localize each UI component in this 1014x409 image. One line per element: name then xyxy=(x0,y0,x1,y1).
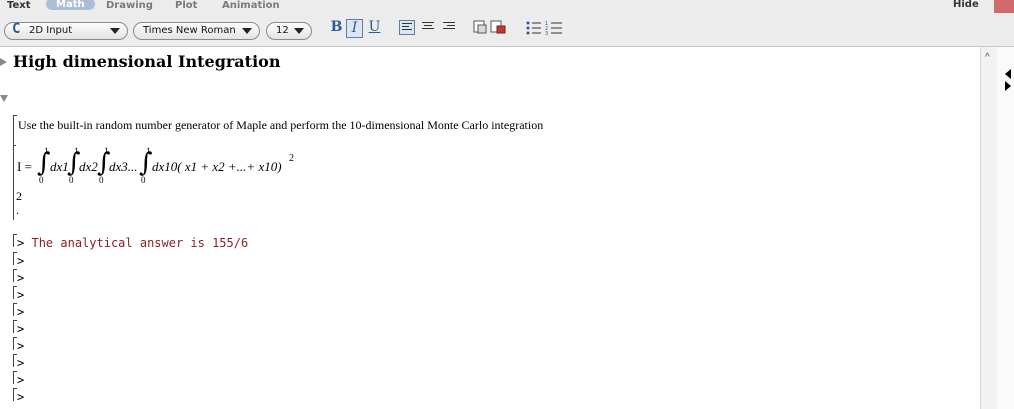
upper-limit: 1 xyxy=(44,146,49,156)
group-bracket xyxy=(13,337,17,350)
group-bracket xyxy=(13,371,17,384)
numbered-list-icon[interactable]: 123 xyxy=(545,20,563,37)
chevron-down-icon xyxy=(110,28,120,34)
input-prompt[interactable]: > xyxy=(17,322,24,336)
prompt-symbol: > xyxy=(17,288,25,302)
worksheet-document[interactable] xyxy=(0,47,980,409)
align-left-icon[interactable] xyxy=(399,20,415,35)
hide-button[interactable]: Hide xyxy=(953,0,979,10)
collapse-left-icon[interactable] xyxy=(1005,69,1011,79)
prompt-symbol: > xyxy=(17,271,25,285)
group-bracket xyxy=(13,269,17,282)
lower-limit: 0 xyxy=(141,175,146,185)
lower-limit: 0 xyxy=(69,175,74,185)
tab-math[interactable]: Math xyxy=(46,0,95,10)
expand-right-icon[interactable] xyxy=(1005,81,1011,91)
integral-expression: I = ∫ 1 0 dx1 ∫ 1 0 dx2 ∫ 1 0 dx3... ∫ 1… xyxy=(17,146,337,190)
bullet-list-icon[interactable] xyxy=(526,21,542,35)
section-expanded-icon[interactable] xyxy=(0,95,8,102)
group-bracket xyxy=(13,388,17,401)
group-bracket xyxy=(13,354,17,367)
font-size-select[interactable]: 12 xyxy=(266,22,312,40)
differential-3: dx3... xyxy=(109,159,138,174)
tab-animation[interactable]: Animation xyxy=(222,0,280,12)
align-center-icon[interactable] xyxy=(422,22,434,35)
lower-limit: 0 xyxy=(99,175,104,185)
integral-lhs: I = xyxy=(17,159,32,174)
output-dot: . xyxy=(16,203,19,217)
input-mode-value: 2D Input xyxy=(29,25,73,36)
font-family-value: Times New Roman xyxy=(143,25,236,36)
group-bracket xyxy=(13,234,17,247)
side-panel-strip xyxy=(997,47,1014,409)
vertical-scrollbar[interactable]: ^ xyxy=(980,47,998,409)
group-bracket xyxy=(13,320,17,333)
format-toolbar: C 2D Input Times New Roman 12 xyxy=(0,13,1014,47)
tab-text[interactable]: Text xyxy=(7,0,31,12)
input-prompt[interactable]: > xyxy=(17,390,24,404)
prompt-symbol: > xyxy=(17,373,25,387)
output-line: 2 xyxy=(16,189,22,203)
italic-button[interactable]: I xyxy=(346,19,363,38)
input-prompt[interactable]: > xyxy=(17,288,24,302)
prompt-symbol: > xyxy=(17,236,25,250)
input-prompt[interactable]: > xyxy=(17,373,24,387)
input-prompt[interactable]: > xyxy=(17,254,24,268)
section-title: High dimensional Integration xyxy=(13,52,281,71)
section-collapse-icon[interactable] xyxy=(0,58,7,66)
underline-button[interactable]: U xyxy=(366,19,383,38)
differential-1: dx1 xyxy=(50,159,69,174)
input-prompt[interactable]: > xyxy=(17,356,24,370)
character-style-icon[interactable] xyxy=(490,20,506,34)
prompt-symbol: > xyxy=(17,322,25,336)
command-text[interactable]: The analytical answer is 155/6 xyxy=(31,236,248,250)
text-paragraph: Use the built-in random number generator… xyxy=(18,118,544,132)
bold-button[interactable]: B xyxy=(328,19,345,38)
scroll-up-icon[interactable]: ^ xyxy=(985,52,990,63)
tab-drawing[interactable]: Drawing xyxy=(106,0,153,12)
upper-limit: 1 xyxy=(146,146,151,156)
prompt-symbol: > xyxy=(17,254,25,268)
align-right-icon[interactable] xyxy=(443,22,455,35)
upper-limit: 1 xyxy=(74,146,79,156)
context-tab-bar: Text Math Drawing Plot Animation Hide xyxy=(0,0,1014,13)
upper-limit: 1 xyxy=(104,146,109,156)
prompt-symbol: > xyxy=(17,390,25,404)
tab-plot[interactable]: Plot xyxy=(175,0,197,12)
font-family-select[interactable]: Times New Roman xyxy=(133,22,260,40)
input-prompt[interactable]: > xyxy=(17,305,24,319)
lower-limit: 0 xyxy=(39,175,44,185)
differential-2: dx2 xyxy=(79,159,98,174)
font-size-value: 12 xyxy=(276,25,289,36)
group-bracket xyxy=(13,252,17,265)
input-prompt[interactable]: > xyxy=(17,271,24,285)
input-mode-icon: C xyxy=(12,21,21,37)
chevron-down-icon xyxy=(242,28,252,34)
integrand: dx10( x1 + x2 +...+ x10) xyxy=(152,159,282,174)
close-box[interactable] xyxy=(994,0,1014,13)
group-bracket xyxy=(13,303,17,316)
chevron-down-icon xyxy=(294,28,304,34)
group-marker xyxy=(13,145,16,150)
group-bracket xyxy=(13,286,17,299)
exponent: 2 xyxy=(289,153,294,164)
prompt-symbol: > xyxy=(17,305,25,319)
paragraph-style-icon[interactable] xyxy=(473,20,487,34)
input-prompt[interactable]: > The analytical answer is 155/6 xyxy=(17,236,248,250)
prompt-symbol: > xyxy=(17,339,25,353)
input-prompt[interactable]: > xyxy=(17,339,24,353)
svg-text:3: 3 xyxy=(545,31,548,36)
prompt-symbol: > xyxy=(17,356,25,370)
input-mode-select[interactable]: C 2D Input xyxy=(4,21,128,40)
